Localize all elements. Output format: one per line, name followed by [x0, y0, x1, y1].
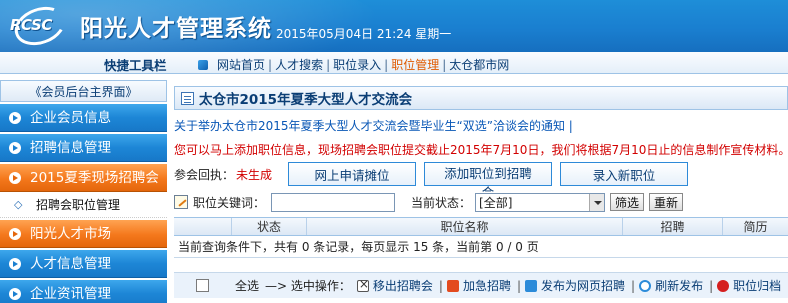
selected-ops-label: —> 选中操作： — [265, 279, 351, 293]
status-select[interactable]: [全部] — [475, 192, 606, 212]
archive-job-action[interactable]: 职位归档 — [717, 277, 781, 294]
refresh-publish-label: 刷新发布 — [655, 279, 704, 293]
sidebar-item-company-news[interactable]: 企业资讯管理 — [0, 280, 167, 303]
sidebar-item-company-info[interactable]: 企业会员信息 — [0, 104, 167, 132]
quick-toolbar: 快捷工具栏 网站首页 | 人才搜索 | 职位录入 | 职位管理 | 太仓都市网 — [0, 52, 788, 74]
nav-icon — [198, 59, 208, 70]
quick-nav: 网站首页 | 人才搜索 | 职位录入 | 职位管理 | 太仓都市网 — [198, 56, 512, 73]
status-select-value: [全部] — [479, 195, 513, 210]
participation-status: 未生成 — [236, 167, 273, 182]
column-header-status[interactable]: 状态 — [232, 218, 307, 235]
table-header: 状态 职位名称 招聘 简历 — [174, 217, 788, 236]
apply-booth-button[interactable]: 网上申请摊位 — [288, 162, 417, 186]
column-header-job-name[interactable]: 职位名称 — [307, 218, 623, 235]
add-job-to-fair-button[interactable]: 添加职位到招聘会 — [424, 162, 553, 200]
quick-toolbar-label: 快捷工具栏 — [104, 58, 167, 73]
panel-header: 太仓市2015年夏季大型人才交流会 — [174, 86, 788, 110]
sidebar-item-label: 人才信息管理 — [30, 256, 111, 272]
urgent-icon — [446, 279, 459, 292]
filter-row: 职位关键词： 当前状态： [全部] 筛选 重新 — [174, 192, 788, 212]
sidebar: 《会员后台主界面》 企业会员信息 招聘信息管理 2015夏季现场招聘会 ◇ 招聘… — [0, 80, 167, 303]
site-title: 阳光人才管理系统 — [80, 16, 272, 42]
app-header: RCSC 阳光人才管理系统 2015年05月04日 21:24 星期一 — [0, 0, 788, 52]
main-panel: 太仓市2015年夏季大型人才交流会 关于举办太仓市2015年夏季大型人才交流会暨… — [174, 86, 788, 303]
archive-job-label: 职位归档 — [733, 279, 782, 293]
sidebar-item-talent-info[interactable]: 人才信息管理 — [0, 250, 167, 278]
sidebar-item-label: 企业会员信息 — [30, 110, 111, 126]
sidebar-subitem-label: 招聘会职位管理 — [36, 198, 121, 212]
urgent-recruit-action[interactable]: 加急招聘 — [446, 277, 511, 294]
publish-web-action[interactable]: 发布为网页招聘 — [525, 277, 625, 294]
nav-link-job-management[interactable]: 职位管理 — [388, 56, 442, 73]
arrow-circle-icon — [9, 142, 21, 154]
document-icon — [181, 91, 194, 105]
refresh-icon — [639, 279, 652, 292]
logo-text: RCSC — [10, 16, 52, 34]
refresh-publish-action[interactable]: 刷新发布 — [639, 277, 703, 294]
sidebar-subitem-fair-jobs[interactable]: ◇ 招聘会职位管理 — [0, 192, 167, 218]
participation-row: 参会回执： 未生成 网上申请摊位 添加职位到招聘会 录入新职位 — [174, 162, 788, 200]
query-summary: 当前查询条件下，共有 0 条记录，每页显示 15 条，当前第 0 / 0 页 — [174, 236, 788, 258]
select-all-label[interactable]: 全选 — [235, 277, 259, 294]
chevron-down-icon[interactable] — [589, 193, 605, 211]
enter-new-job-button[interactable]: 录入新职位 — [560, 162, 689, 186]
nav-link-job-entry[interactable]: 职位录入 — [330, 56, 384, 73]
remove-from-fair-action[interactable]: 移出招聘会 — [356, 277, 433, 294]
op-separator: | — [516, 278, 522, 293]
sidebar-item-summer-fair[interactable]: 2015夏季现场招聘会 — [0, 164, 167, 192]
status-label: 当前状态： — [411, 195, 472, 210]
arrow-circle-icon — [9, 228, 21, 240]
deadline-notice: 您可以马上添加职位信息，现场招聘会职位提交截止2015年7月10日，我们将根据7… — [174, 143, 788, 157]
select-all-checkbox[interactable] — [196, 279, 209, 292]
publish-web-label: 发布为网页招聘 — [541, 279, 626, 293]
bulk-actions-bar: 全选 —> 选中操作： 移出招聘会 | 加急招聘 | 发布为网页招聘 | 刷新发… — [174, 272, 788, 298]
column-header-select — [174, 218, 232, 235]
arrow-circle-icon — [9, 172, 21, 184]
op-separator: | — [631, 278, 636, 293]
sidebar-item-recruit-management[interactable]: 招聘信息管理 — [0, 134, 167, 162]
archive-icon — [717, 279, 730, 292]
op-separator: | — [438, 278, 443, 293]
sidebar-item-sunshine-market[interactable]: 阳光人才市场 — [0, 220, 167, 248]
arrow-circle-icon — [9, 112, 21, 124]
arrow-circle-icon — [9, 288, 21, 300]
filter-button[interactable]: 筛选 — [610, 193, 645, 211]
publish-icon — [525, 279, 538, 292]
participation-label: 参会回执： — [174, 167, 235, 182]
reset-button[interactable]: 重新 — [649, 193, 684, 211]
sidebar-home-link[interactable]: 《会员后台主界面》 — [0, 80, 167, 102]
page-title: 太仓市2015年夏季大型人才交流会 — [199, 92, 413, 108]
urgent-recruit-label: 加急招聘 — [462, 279, 511, 293]
remove-icon — [356, 277, 369, 292]
sidebar-item-label: 阳光人才市场 — [30, 226, 111, 242]
logo: RCSC — [8, 0, 72, 52]
remove-from-fair-label: 移出招聘会 — [372, 279, 433, 293]
notice-link[interactable]: 关于举办太仓市2015年夏季大型人才交流会暨毕业生“双选”洽谈会的通知 | — [174, 117, 788, 134]
current-datetime: 2015年05月04日 21:24 星期一 — [276, 27, 452, 41]
edit-icon — [174, 195, 188, 209]
keyword-label: 职位关键词： — [193, 195, 266, 210]
op-separator: | — [709, 278, 714, 293]
column-header-resume[interactable]: 简历 — [723, 218, 788, 235]
keyword-input[interactable] — [271, 192, 396, 212]
diamond-icon: ◇ — [14, 198, 23, 211]
column-header-recruit[interactable]: 招聘 — [623, 218, 723, 235]
nav-link-home[interactable]: 网站首页 — [214, 56, 268, 73]
arrow-circle-icon — [9, 258, 21, 270]
nav-link-talent-search[interactable]: 人才搜索 — [272, 56, 326, 73]
sidebar-item-label: 企业资讯管理 — [30, 286, 111, 302]
nav-link-taicang-city[interactable]: 太仓都市网 — [446, 56, 512, 73]
sidebar-item-label: 2015夏季现场招聘会 — [30, 170, 159, 186]
sidebar-item-label: 招聘信息管理 — [30, 140, 111, 156]
